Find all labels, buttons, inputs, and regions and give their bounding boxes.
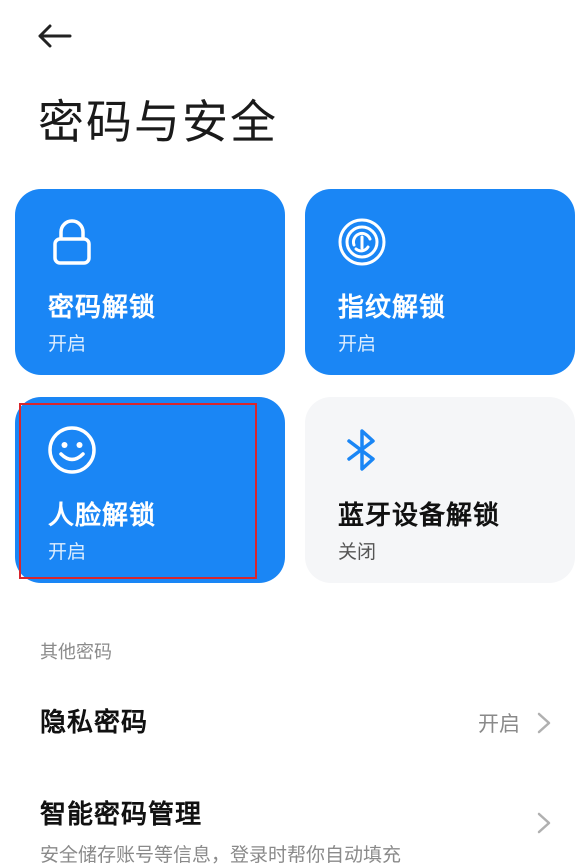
chevron-right-icon	[537, 712, 551, 734]
card-state: 关闭	[338, 541, 377, 563]
smart-password-row[interactable]: 智能密码管理 安全储存账号等信息，登录时帮你自动填充	[0, 778, 586, 866]
card-state: 开启	[338, 333, 377, 355]
card-name: 人脸解锁	[48, 501, 157, 531]
row-subtitle: 安全储存账号等信息，登录时帮你自动填充	[40, 844, 402, 866]
bluetooth-unlock-card[interactable]: 蓝牙设备解锁 关闭	[305, 397, 575, 583]
row-label: 智能密码管理	[40, 800, 203, 830]
face-icon	[48, 426, 96, 474]
fingerprint-unlock-card[interactable]: 指纹解锁 开启	[305, 189, 575, 375]
bluetooth-icon	[347, 429, 375, 471]
card-state: 开启	[48, 333, 87, 355]
face-unlock-card[interactable]: 人脸解锁 开启	[15, 397, 285, 583]
password-unlock-card[interactable]: 密码解锁 开启	[15, 189, 285, 375]
row-value: 开启	[478, 712, 520, 736]
card-name: 密码解锁	[48, 293, 157, 323]
card-state: 开启	[48, 541, 87, 563]
card-name: 指纹解锁	[338, 293, 447, 323]
card-name: 蓝牙设备解锁	[338, 501, 501, 531]
privacy-password-row[interactable]: 隐私密码 开启	[0, 686, 586, 756]
chevron-right-icon	[537, 812, 551, 834]
page-title: 密码与安全	[38, 95, 278, 149]
row-label: 隐私密码	[40, 708, 149, 738]
lock-icon	[53, 219, 91, 265]
arrow-left-icon	[38, 24, 72, 48]
section-label: 其他密码	[40, 642, 112, 663]
fingerprint-icon	[338, 218, 386, 266]
back-button[interactable]	[36, 18, 82, 54]
